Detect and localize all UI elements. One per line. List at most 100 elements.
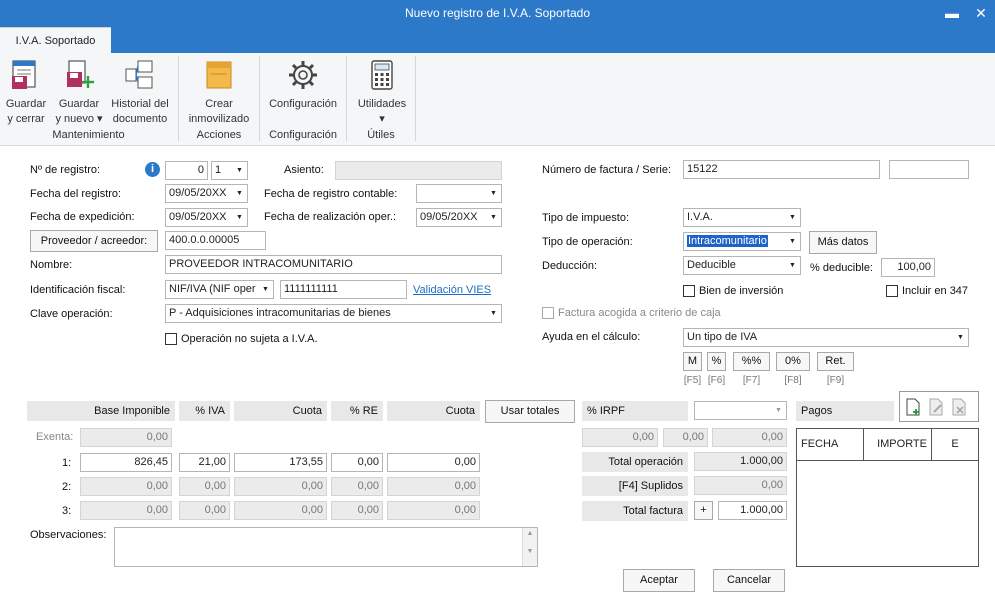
row-2-cuota-re: 0,00	[387, 477, 480, 496]
fecha-realizacion-label: Fecha de realización oper.:	[264, 211, 397, 223]
row-1-base[interactable]: 826,45	[80, 453, 172, 472]
incluir-347-checkbox[interactable]	[886, 285, 898, 297]
window-title: Nuevo registro de I.V.A. Soportado	[404, 6, 590, 20]
clave-select[interactable]: P - Adquisiciones intracomunitarias de b…	[165, 304, 502, 323]
calc-pct-button[interactable]: %	[707, 352, 726, 371]
deduccion-label: Deducción:	[542, 260, 598, 272]
row-2-label: 2:	[62, 481, 72, 493]
edit-document-icon[interactable]	[928, 398, 944, 416]
irpf-amount-input: 0,00	[712, 428, 787, 447]
pagos-toolbar	[899, 391, 979, 422]
nombre-input[interactable]: PROVEEDOR INTRACOMUNITARIO	[165, 255, 502, 274]
fecha-realizacion-field[interactable]: 09/05/20XX ▼	[416, 208, 502, 227]
group-utiles: Útiles	[367, 129, 395, 141]
save-new-button[interactable]: Guardar y nuevo ▾	[53, 58, 105, 127]
chevron-down-icon: ▼	[775, 407, 782, 414]
total-operacion-value: 1.000,00	[694, 452, 787, 471]
minimize-button[interactable]: ▬	[937, 0, 967, 27]
group-configuracion: Configuración	[269, 129, 337, 141]
utilities-arrow-icon: ▾	[379, 113, 385, 125]
group-acciones: Acciones	[196, 129, 242, 141]
row-3-label: 3:	[62, 505, 72, 517]
col-cuota-re: Cuota	[387, 401, 480, 421]
config-label: Configuración	[269, 98, 337, 110]
calc-m-button[interactable]: M	[683, 352, 702, 371]
tipo-impuesto-value: I.V.A.	[687, 211, 713, 223]
aceptar-button[interactable]: Aceptar	[623, 569, 695, 592]
tab-iva-soportado[interactable]: I.V.A. Soportado	[0, 27, 111, 54]
row-3-cuota: 0,00	[234, 501, 327, 520]
observaciones-input[interactable]: ▲ ▼	[114, 527, 538, 567]
observaciones-scrollbar[interactable]: ▲ ▼	[522, 528, 537, 566]
asset-icon	[206, 61, 232, 89]
irpf-pct-input: 0,00	[663, 428, 708, 447]
row-2-base: 0,00	[80, 477, 172, 496]
cancelar-button[interactable]: Cancelar	[713, 569, 785, 592]
scroll-down-icon[interactable]: ▼	[523, 540, 537, 564]
chevron-down-icon: ▼	[490, 190, 497, 197]
group-mantenimiento: Mantenimiento	[52, 129, 125, 141]
fecha-registro-field[interactable]: 09/05/20XX ▼	[165, 184, 248, 203]
proveedor-button[interactable]: Proveedor / acreedor:	[30, 230, 158, 252]
chevron-down-icon: ▼	[957, 334, 964, 341]
tipo-operacion-value: Intracomunitario	[687, 235, 768, 247]
col-base-imponible: Base Imponible	[27, 401, 175, 421]
usar-totales-button[interactable]: Usar totales	[485, 400, 575, 423]
config-button[interactable]: Configuración	[262, 58, 344, 112]
total-factura-value[interactable]: 1.000,00	[718, 501, 787, 520]
close-button[interactable]: ✕	[966, 0, 995, 27]
add-button[interactable]: +	[694, 501, 713, 520]
factura-input[interactable]: 15122	[683, 160, 880, 179]
calc-zero-button[interactable]: 0%	[776, 352, 810, 371]
new-document-icon[interactable]	[905, 398, 921, 416]
ayuda-label: Ayuda en el cálculo:	[542, 331, 641, 343]
tipo-impuesto-select[interactable]: I.V.A. ▼	[683, 208, 801, 227]
save-close-label-1: Guardar	[5, 98, 47, 110]
scroll-up-icon[interactable]: ▲	[523, 528, 537, 540]
serie-input[interactable]	[889, 160, 969, 179]
ayuda-select[interactable]: Un tipo de IVA ▼	[683, 328, 969, 347]
proveedor-code-input[interactable]: 400.0.0.00005	[165, 231, 266, 250]
incluir-347-label: Incluir en 347	[902, 285, 969, 297]
col-pct-iva: % IVA	[179, 401, 230, 421]
vies-link[interactable]: Validación VIES	[413, 284, 491, 296]
history-button[interactable]: Historial del documento	[107, 58, 173, 127]
ident-type-select[interactable]: NIF/IVA (NIF oper ▼	[165, 280, 274, 299]
create-asset-button[interactable]: Crear inmovilizado	[183, 58, 255, 127]
fecha-expedicion-field[interactable]: 09/05/20XX ▼	[165, 208, 248, 227]
no-sujeta-checkbox[interactable]	[165, 333, 177, 345]
fecha-realizacion-value: 09/05/20XX	[420, 211, 478, 223]
delete-document-icon[interactable]	[951, 398, 967, 416]
title-bar: Nuevo registro de I.V.A. Soportado	[0, 0, 995, 27]
fecha-contable-field[interactable]: ▼	[416, 184, 502, 203]
calc-pctpct-button[interactable]: %%	[733, 352, 770, 371]
row-1-cuota[interactable]: 173,55	[234, 453, 327, 472]
pct-deducible-input[interactable]: 100,00	[881, 258, 935, 277]
tipo-operacion-select[interactable]: Intracomunitario ▼	[683, 232, 801, 251]
bien-inversion-checkbox[interactable]	[683, 285, 695, 297]
row-1-label: 1:	[62, 457, 72, 469]
tab-row	[0, 27, 995, 53]
reg-num-input[interactable]: 0	[165, 161, 208, 180]
row-3-re: 0,00	[331, 501, 383, 520]
row-1-iva[interactable]: 21,00	[179, 453, 230, 472]
clave-label: Clave operación:	[30, 308, 113, 320]
utilities-button[interactable]: Utilidades ▾	[351, 58, 413, 127]
mas-datos-button[interactable]: Más datos	[809, 231, 877, 254]
save-new-label-2: y nuevo ▾	[55, 113, 103, 125]
criterio-caja-checkbox[interactable]	[542, 307, 554, 319]
reg-series-select[interactable]: 1 ▼	[211, 161, 248, 180]
save-close-button[interactable]: Guardar y cerrar	[3, 58, 49, 127]
deduccion-select[interactable]: Deducible ▼	[683, 256, 801, 275]
pagos-col-importe: IMPORTE	[864, 429, 932, 461]
calc-ret-key: [F9]	[826, 375, 845, 386]
tipo-operacion-label: Tipo de operación:	[542, 236, 633, 248]
ident-value-input[interactable]: 1111111111	[280, 280, 407, 299]
row-1-re[interactable]: 0,00	[331, 453, 383, 472]
save-close-label-2: y cerrar	[7, 113, 45, 125]
calc-ret-button[interactable]: Ret.	[817, 352, 854, 371]
pagos-col-e: E	[932, 429, 978, 461]
info-icon[interactable]: i	[145, 162, 160, 177]
row-1-cuota-re[interactable]: 0,00	[387, 453, 480, 472]
observaciones-label: Observaciones:	[30, 529, 107, 541]
